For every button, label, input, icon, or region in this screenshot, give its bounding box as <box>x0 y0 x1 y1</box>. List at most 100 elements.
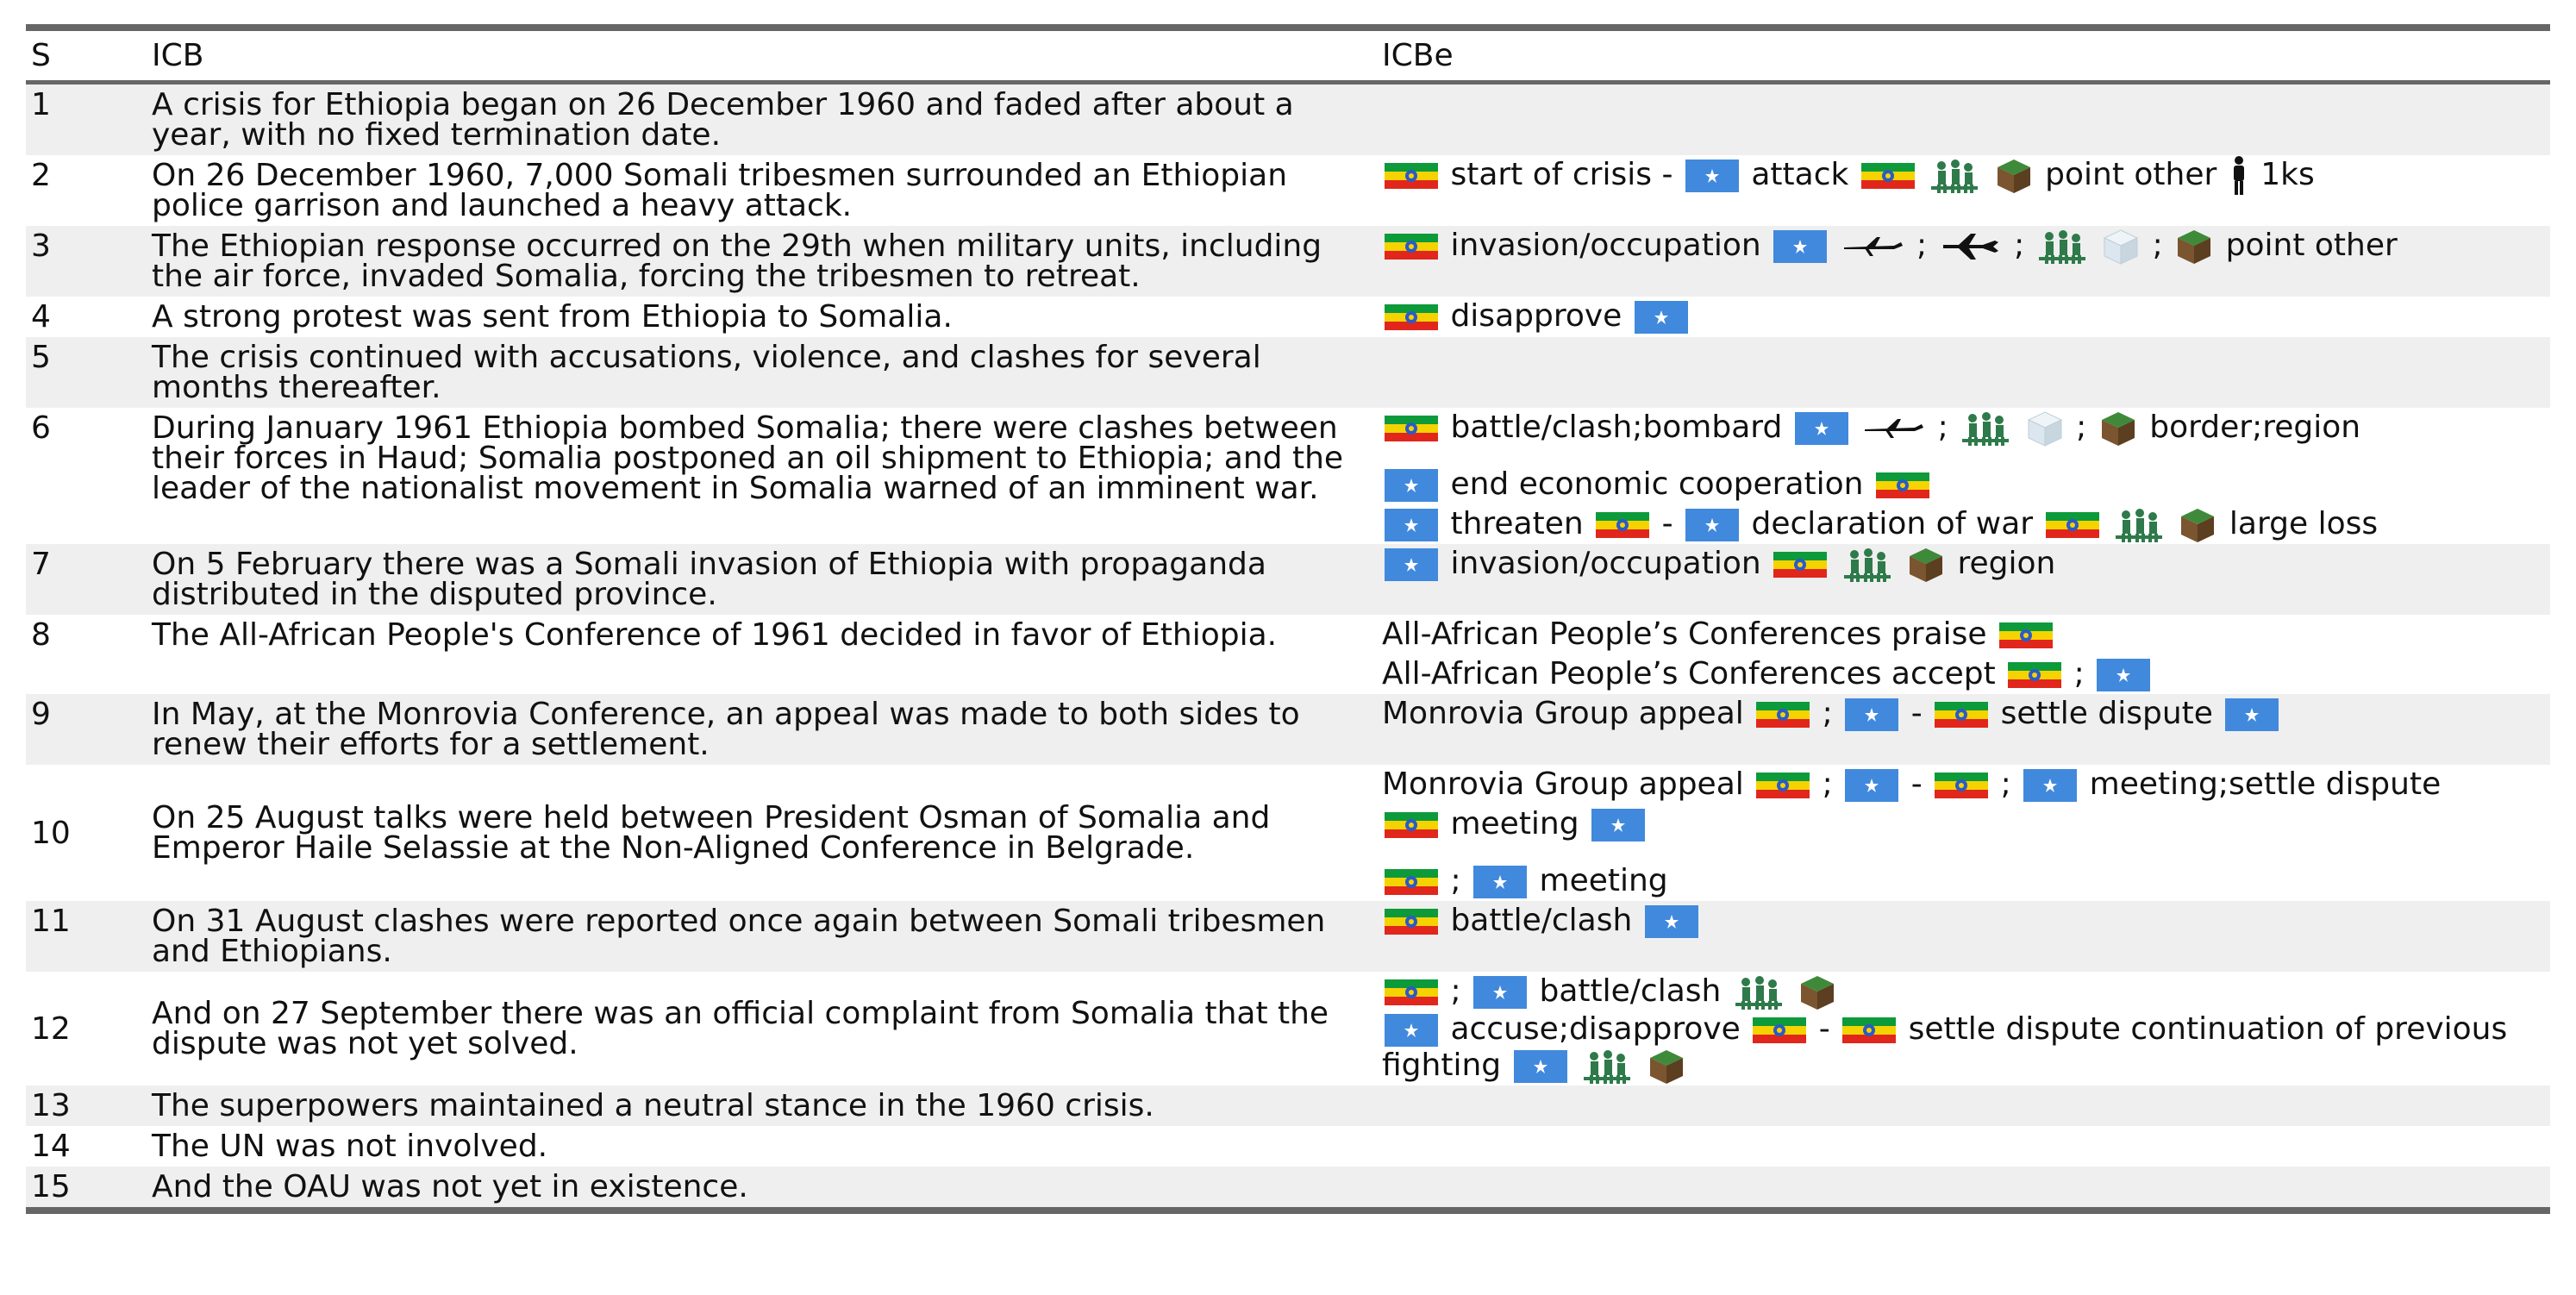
event-text: Monrovia Group appeal <box>1382 766 1744 802</box>
table-row: 8 The All-African People's Conference of … <box>26 615 2550 694</box>
event-line: meeting <box>1382 804 2545 844</box>
soldiers-icon <box>1929 157 1979 195</box>
table-row: 3 The Ethiopian response occurred on the … <box>26 226 2550 297</box>
crisis-table: S ICB ICBe <box>26 31 2550 80</box>
event-text: All-African People’s Conferences accept <box>1382 656 1996 691</box>
event-text: ; <box>1450 973 1461 1009</box>
event-line: All-African People’s Conferences praise <box>1382 615 2545 654</box>
icb-sentence: A crisis for Ethiopia began on 26 Decemb… <box>147 84 1377 155</box>
ethiopia-flag-icon <box>1385 979 1438 1005</box>
crisis-table-body: 1A crisis for Ethiopia began on 26 Decem… <box>26 84 2550 1207</box>
table-row: 15 And the OAU was not yet in existence. <box>26 1167 2550 1207</box>
event-text: point other <box>2225 228 2398 263</box>
ethiopia-flag-icon <box>1385 812 1438 838</box>
icbe-events: battle/clash;bombard ; ; border;region e… <box>1377 408 2550 544</box>
event-line: Monrovia Group appeal ; - ; meeting;sett… <box>1382 765 2545 804</box>
crisis-table-document: S ICB ICBe 1A crisis for Ethiopia began … <box>26 24 2550 1214</box>
ethiopia-flag-icon <box>1756 773 1810 798</box>
ethiopia-flag-icon <box>1842 1017 1897 1043</box>
header-icbe: ICBe <box>1382 38 1454 73</box>
top-rule <box>26 24 2550 31</box>
propeller-plane-icon <box>1842 232 1904 261</box>
event-text: ; <box>2014 228 2025 263</box>
row-number: 11 <box>26 901 147 972</box>
soldiers-icon <box>1842 546 1892 584</box>
somalia-flag-icon <box>1845 698 1899 731</box>
event-text: disapprove <box>1450 298 1623 334</box>
table-row: 10 On 25 August talks were held between P… <box>26 765 2550 901</box>
soldiers-icon <box>2114 506 2164 544</box>
somalia-flag-icon <box>1794 412 1848 445</box>
icbe-events <box>1377 337 2550 408</box>
soldiers-icon <box>1582 1048 1632 1085</box>
table-row: 12 And on 27 September there was an offic… <box>26 972 2550 1085</box>
jet-plane-icon <box>1940 232 2002 261</box>
table-row: 5 The crisis continued with accusations, … <box>26 337 2550 408</box>
icb-sentence: On 26 December 1960, 7,000 Somali tribes… <box>152 158 1288 223</box>
soldiers-icon <box>1734 973 1784 1011</box>
row-number: 13 <box>26 1085 147 1126</box>
event-text: ; <box>2073 656 2085 691</box>
table-row: 7 On 5 February there was a Somali invasi… <box>26 544 2550 615</box>
icb-sentence: The All-African People's Conference of 1… <box>152 617 1278 653</box>
ethiopia-flag-icon <box>1875 472 1929 498</box>
ethiopia-flag-icon <box>2008 662 2062 688</box>
header-row: S ICB ICBe <box>26 31 2550 80</box>
soldiers-icon <box>1960 410 2010 447</box>
row-number: 12 <box>31 1010 71 1047</box>
row-number: 7 <box>26 544 147 615</box>
ethiopia-flag-icon <box>1773 552 1828 578</box>
icbe-events: Monrovia Group appeal ; - settle dispute <box>1377 694 2550 765</box>
propeller-plane-icon <box>1863 414 1925 443</box>
ethiopia-flag-icon <box>1596 512 1650 538</box>
somalia-flag-icon <box>2023 769 2078 802</box>
event-text: - <box>1661 506 1673 541</box>
ethiopia-flag-icon <box>1385 869 1438 895</box>
table-row: 1A crisis for Ethiopia began on 26 Decem… <box>26 84 2550 155</box>
table-row: 14 The UN was not involved. <box>26 1126 2550 1167</box>
icbe-events: disapprove <box>1377 297 2550 337</box>
icbe-events: invasion/occupation ; ; ; point other <box>1377 226 2550 297</box>
event-text: ; <box>1822 766 1833 802</box>
bottom-rule <box>26 1207 2550 1214</box>
event-text: - <box>1910 696 1923 731</box>
event-line: start of crisis - attack point other 1ks <box>1382 155 2545 195</box>
event-text: invasion/occupation <box>1450 546 1761 581</box>
event-text: - <box>1910 766 1923 802</box>
header-s: S <box>31 38 51 73</box>
somalia-flag-icon <box>1385 509 1438 541</box>
row-number: 15 <box>26 1167 147 1207</box>
somalia-flag-icon <box>1473 866 1528 898</box>
ethiopia-flag-icon <box>1385 234 1438 260</box>
somalia-flag-icon <box>2097 659 2151 691</box>
row-number: 2 <box>31 158 51 193</box>
event-line: accuse;disapprove - settle dispute conti… <box>1382 1011 2545 1085</box>
icb-sentence: And on 27 September there was an officia… <box>152 996 1329 1061</box>
somalia-flag-icon <box>1644 905 1698 938</box>
ethiopia-flag-icon <box>1860 163 1915 189</box>
person-icon <box>2229 155 2248 197</box>
ethiopia-flag-icon <box>1753 1017 1807 1043</box>
event-text: region <box>1957 546 2056 581</box>
event-text: end economic cooperation <box>1450 466 1864 502</box>
icbe-events: invasion/occupation region <box>1377 544 2550 615</box>
icb-sentence: The crisis continued with accusations, v… <box>147 337 1377 408</box>
icb-sentence: The UN was not involved. <box>152 1129 548 1164</box>
icb-sentence: During January 1961 Ethiopia bombed Soma… <box>152 410 1344 506</box>
event-text: attack <box>1751 157 1849 192</box>
event-text: ; <box>2152 228 2163 263</box>
icbe-events: ; battle/clash accuse;disapprove - settl… <box>1377 972 2550 1085</box>
water-cube-icon <box>2026 410 2064 447</box>
somalia-flag-icon <box>1591 809 1646 841</box>
row-number: 14 <box>31 1129 71 1164</box>
event-text: Monrovia Group appeal <box>1382 696 1744 731</box>
event-line: ; battle/clash <box>1382 972 2545 1011</box>
ethiopia-flag-icon <box>1935 773 1989 798</box>
soldiers-icon <box>2037 228 2087 266</box>
land-cube-icon <box>2175 228 2213 266</box>
ethiopia-flag-icon <box>1756 702 1810 728</box>
somalia-flag-icon <box>1385 548 1438 581</box>
event-text: meeting <box>1450 806 1579 841</box>
row-number: 10 <box>31 815 71 851</box>
event-line: invasion/occupation region <box>1382 544 2545 584</box>
